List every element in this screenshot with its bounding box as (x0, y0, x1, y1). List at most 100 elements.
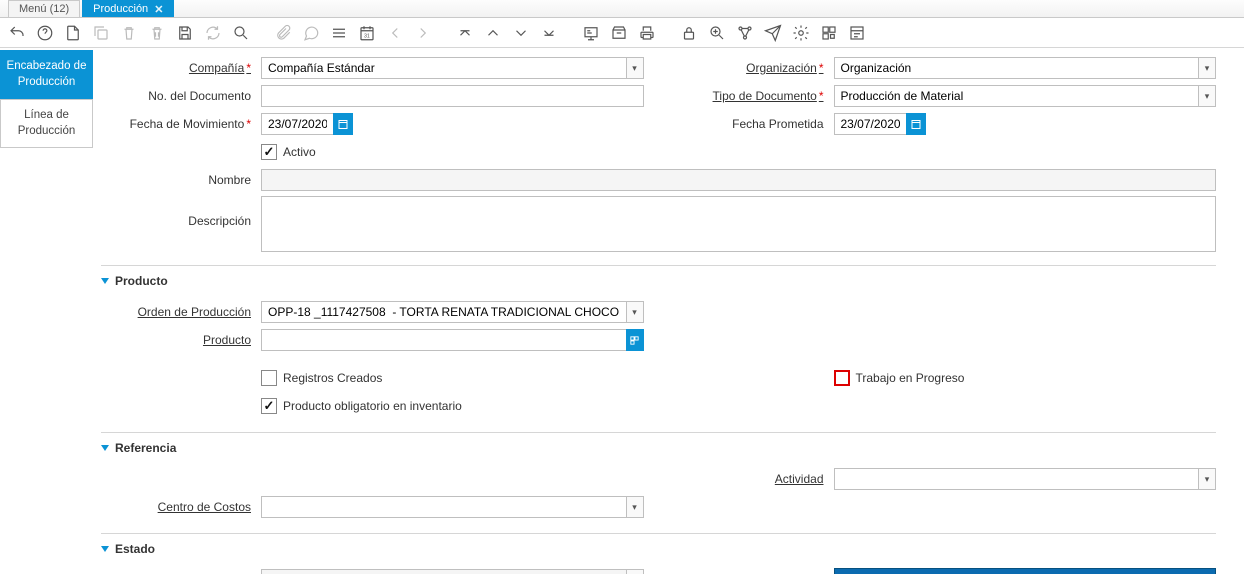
centrocostos-input[interactable] (261, 496, 626, 518)
ordenprod-input[interactable] (261, 301, 626, 323)
dropdown-icon[interactable]: ▾ (626, 569, 644, 574)
section-title: Estado (115, 542, 155, 556)
search-icon[interactable] (230, 22, 252, 44)
copy-icon[interactable] (90, 22, 112, 44)
fechamov-input[interactable] (261, 113, 333, 135)
first-icon[interactable] (454, 22, 476, 44)
collapse-icon (101, 546, 109, 552)
label-descripcion: Descripción (101, 196, 261, 228)
sidebar: Encabezado de Producción Línea de Produc… (0, 48, 93, 574)
refresh-icon[interactable] (202, 22, 224, 44)
calendar-icon[interactable]: 31 (356, 22, 378, 44)
dropdown-icon[interactable]: ▾ (626, 496, 644, 518)
archive-icon[interactable] (608, 22, 630, 44)
undo-icon[interactable] (6, 22, 28, 44)
svg-text:31: 31 (364, 33, 370, 39)
compania-field[interactable]: ▾ (261, 57, 644, 79)
tab-produccion[interactable]: Producción ✕ (82, 0, 174, 17)
trabajoprog-checkbox[interactable]: Trabajo en Progreso (834, 370, 1217, 386)
label-organizacion: Organización* (674, 61, 834, 75)
send-icon[interactable] (762, 22, 784, 44)
fechaprom-field[interactable] (834, 113, 926, 135)
label-centrocostos: Centro de Costos (101, 500, 261, 514)
trabajoprog-label: Trabajo en Progreso (856, 371, 965, 385)
tab-menu[interactable]: Menú (12) (8, 0, 80, 17)
delete2-icon[interactable] (146, 22, 168, 44)
zoomacross-icon[interactable] (706, 22, 728, 44)
prev-icon[interactable] (384, 22, 406, 44)
print-icon[interactable] (636, 22, 658, 44)
estadodoc-input[interactable] (261, 569, 626, 574)
up-icon[interactable] (482, 22, 504, 44)
dropdown-icon[interactable]: ▾ (626, 301, 644, 323)
dropdown-icon[interactable]: ▾ (626, 57, 644, 79)
actividad-field[interactable]: ▾ (834, 468, 1217, 490)
dropdown-icon[interactable]: ▾ (1198, 468, 1216, 490)
completar-button[interactable]: Completar (834, 568, 1217, 574)
nombre-input[interactable] (261, 169, 1216, 191)
toolbar: 31 (0, 18, 1244, 48)
help-icon[interactable] (34, 22, 56, 44)
section-title: Referencia (115, 441, 176, 455)
organizacion-input[interactable] (834, 57, 1199, 79)
calendar-picker-icon[interactable] (333, 113, 353, 135)
regcreados-checkbox[interactable]: Registros Creados (261, 370, 644, 386)
top-tabbar: Menú (12) Producción ✕ (0, 0, 1244, 18)
posting-icon[interactable] (846, 22, 868, 44)
label-tipodoc: Tipo de Documento* (674, 89, 834, 103)
organizacion-field[interactable]: ▾ (834, 57, 1217, 79)
workflow-icon[interactable] (734, 22, 756, 44)
compania-input[interactable] (261, 57, 626, 79)
tipodoc-field[interactable]: ▾ (834, 85, 1217, 107)
activo-checkbox[interactable]: Activo (261, 144, 644, 160)
delete-icon[interactable] (118, 22, 140, 44)
label-fechamov: Fecha de Movimiento* (101, 117, 261, 131)
label-producto: Producto (101, 333, 261, 347)
chat-icon[interactable] (300, 22, 322, 44)
tipodoc-input[interactable] (834, 85, 1199, 107)
estadodoc-field[interactable]: ▾ (261, 569, 644, 574)
close-icon[interactable]: ✕ (154, 3, 163, 16)
dropdown-icon[interactable]: ▾ (1198, 57, 1216, 79)
product-lookup-icon[interactable] (626, 329, 644, 351)
down-icon[interactable] (510, 22, 532, 44)
tab-menu-label: Menú (12) (19, 3, 69, 15)
label-nodoc: No. del Documento (101, 89, 261, 103)
producto-input[interactable] (261, 329, 626, 351)
fechaprom-input[interactable] (834, 113, 906, 135)
producto-field[interactable] (261, 329, 644, 351)
label-nombre: Nombre (101, 173, 261, 187)
prodoblig-checkbox[interactable]: Producto obligatorio en inventario (261, 398, 644, 414)
form-area: Compañía* ▾ No. del Documento Fecha de M… (93, 48, 1244, 574)
sidebar-item-linea[interactable]: Línea de Producción (0, 99, 93, 148)
report-icon[interactable] (580, 22, 602, 44)
ordenprod-field[interactable]: ▾ (261, 301, 644, 323)
section-referencia[interactable]: Referencia (101, 432, 1216, 461)
label-actividad: Actividad (674, 472, 834, 486)
product-info-icon[interactable] (818, 22, 840, 44)
actividad-input[interactable] (834, 468, 1199, 490)
section-title: Producto (115, 274, 168, 288)
checkbox-icon (261, 398, 277, 414)
sidebar-item-encabezado[interactable]: Encabezado de Producción (0, 50, 93, 99)
lock-icon[interactable] (678, 22, 700, 44)
next-icon[interactable] (412, 22, 434, 44)
descripcion-input[interactable] (261, 196, 1216, 252)
attach-icon[interactable] (272, 22, 294, 44)
grid-icon[interactable] (328, 22, 350, 44)
centrocostos-field[interactable]: ▾ (261, 496, 644, 518)
section-estado[interactable]: Estado (101, 533, 1216, 562)
save-icon[interactable] (174, 22, 196, 44)
last-icon[interactable] (538, 22, 560, 44)
nodoc-input[interactable] (261, 85, 644, 107)
calendar-picker-icon[interactable] (906, 113, 926, 135)
gear-icon[interactable] (790, 22, 812, 44)
new-icon[interactable] (62, 22, 84, 44)
fechamov-field[interactable] (261, 113, 353, 135)
sidebar-item-label: Línea de Producción (18, 109, 76, 137)
prodoblig-label: Producto obligatorio en inventario (283, 399, 462, 413)
section-producto[interactable]: Producto (101, 265, 1216, 294)
dropdown-icon[interactable]: ▾ (1198, 85, 1216, 107)
checkbox-icon (834, 370, 850, 386)
label-compania: Compañía* (101, 61, 261, 75)
